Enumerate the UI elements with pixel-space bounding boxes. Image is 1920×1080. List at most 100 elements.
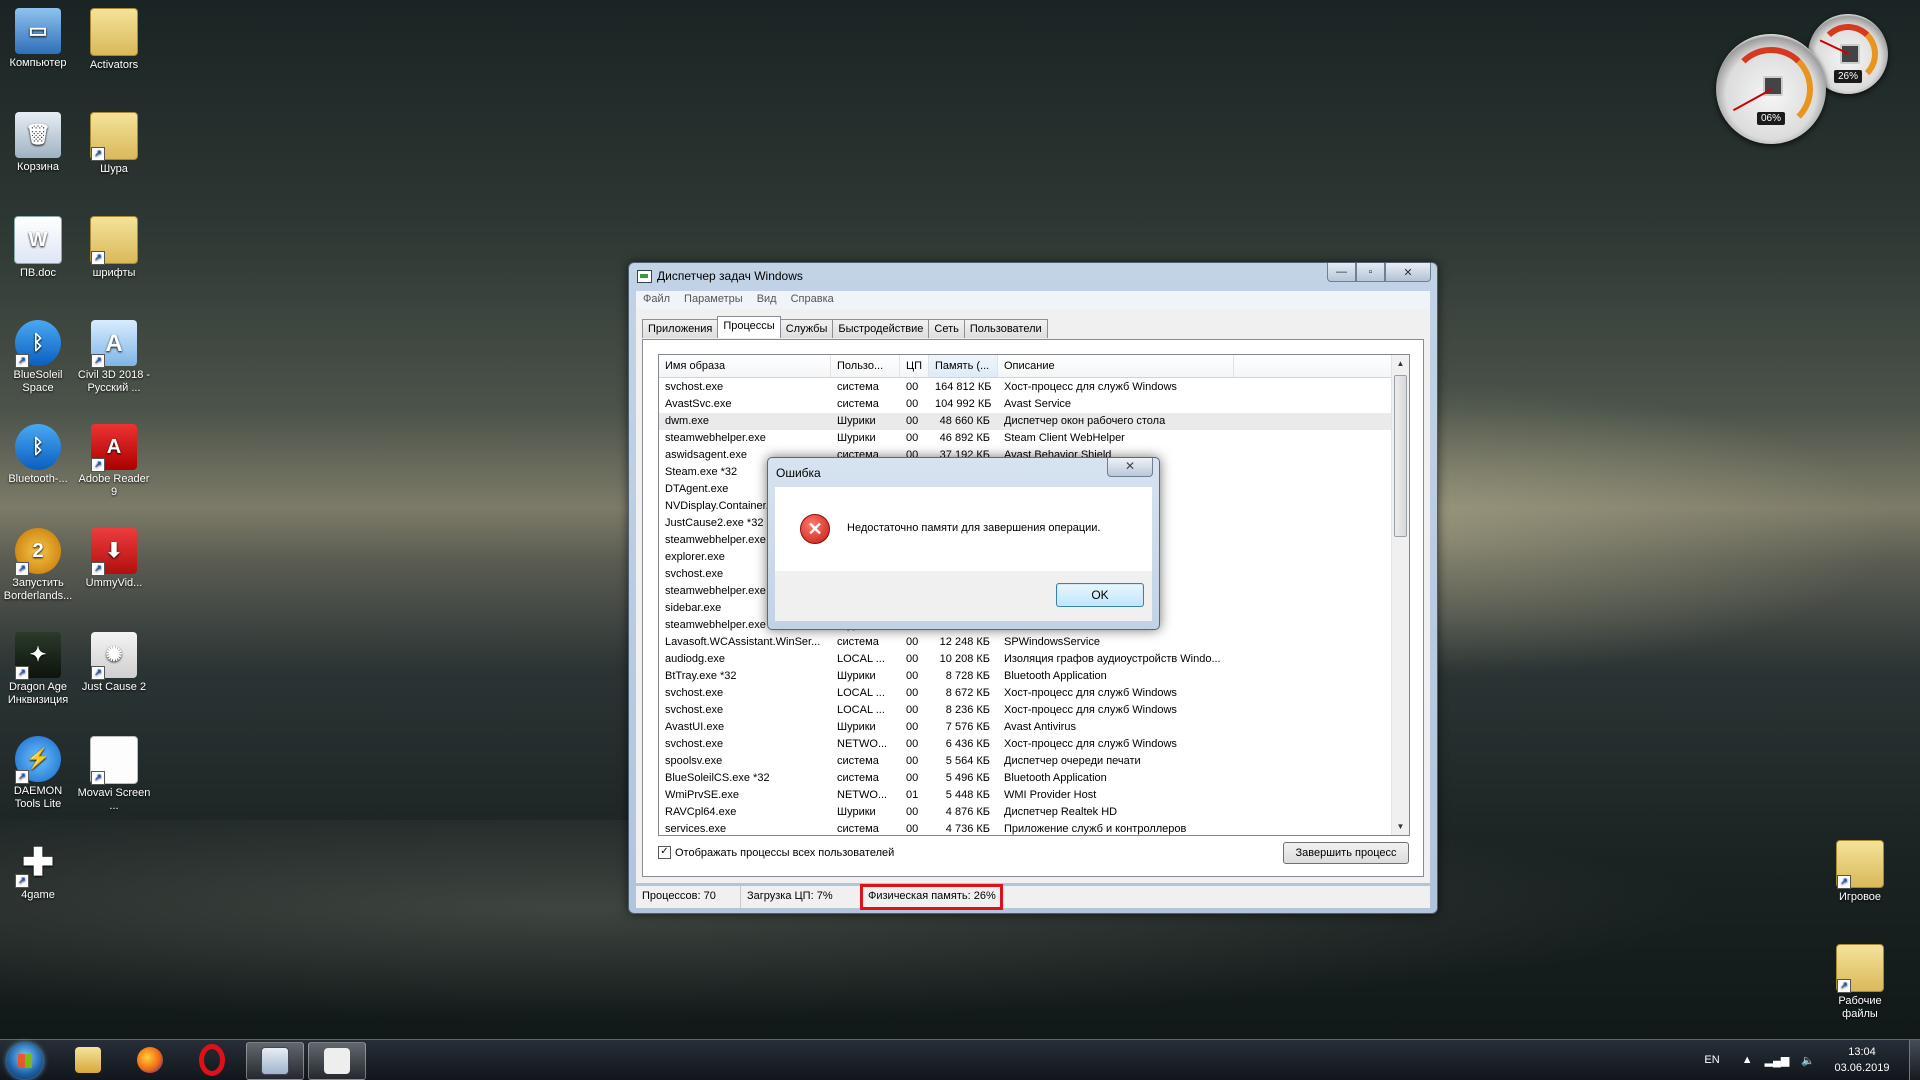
table-row[interactable]: AvastSvc.exe система 00 104 992 КБ Avast Ser…: [659, 396, 1392, 413]
row-image-name: AvastUI.exe: [665, 721, 725, 733]
bluetooth-icon: ᛒ: [15, 424, 61, 470]
taskbar-task-manager[interactable]: [246, 1042, 304, 1080]
row-image-name: svchost.exe: [665, 381, 724, 393]
desktop-icon-daemon-tools[interactable]: ⚡ ↗ DAEMON Tools Lite: [0, 736, 76, 811]
row-memory: 8 672 КБ: [945, 687, 990, 699]
column-image-name[interactable]: Имя образа: [659, 355, 831, 377]
process-list-scrollbar[interactable]: ▲ ▼: [1391, 355, 1409, 835]
language-indicator[interactable]: EN: [1704, 1054, 1719, 1066]
row-cpu: 00: [906, 432, 919, 444]
status-processes: Процессов: 70: [636, 886, 741, 908]
row-user: LOCAL ...: [837, 704, 885, 716]
ok-button[interactable]: OK: [1056, 583, 1144, 607]
menu-file[interactable]: Файл: [636, 291, 677, 309]
taskbar-explorer[interactable]: [60, 1042, 116, 1078]
show-all-label: Отображать процессы всех пользователей: [675, 846, 895, 859]
menu-view[interactable]: Вид: [750, 291, 784, 309]
close-button[interactable]: ✕: [1385, 263, 1431, 282]
cpu-meter-gadget[interactable]: 06%: [1716, 34, 1826, 144]
column-memory[interactable]: Память (...: [929, 355, 998, 377]
column-user[interactable]: Пользо...: [831, 355, 900, 377]
show-desktop-button[interactable]: [1909, 1040, 1920, 1080]
volume-icon[interactable]: 🔈: [1801, 1054, 1815, 1067]
row-image-name: svchost.exe: [665, 687, 724, 699]
column-description[interactable]: Описание: [998, 355, 1234, 377]
minimize-button[interactable]: —: [1327, 263, 1356, 282]
table-row[interactable]: svchost.exe NETWO... 00 6 436 КБ Хост-процес…: [659, 736, 1392, 753]
table-row[interactable]: steamwebhelper.exe Шурики 00 46 892 КБ Steam…: [659, 430, 1392, 447]
row-image-name: svchost.exe: [665, 738, 724, 750]
desktop-icon-bluetooth[interactable]: ᛒ Bluetooth-...: [0, 424, 76, 486]
table-row[interactable]: svchost.exe LOCAL ... 00 8 236 КБ Хост-проце…: [659, 702, 1392, 719]
desktop-icon-activators[interactable]: Activators: [76, 8, 152, 72]
title-bar[interactable]: Диспетчер задач Windows — ▫ ✕: [629, 263, 1437, 289]
error-dialog[interactable]: Ошибка ✕ ✕ Недостаточно памяти для завер…: [767, 457, 1160, 630]
bluetooth-icon: ᛒ ↗: [15, 320, 61, 368]
menu-options[interactable]: Параметры: [677, 291, 750, 309]
desktop-icon-computer[interactable]: ▭ Компьютер: [0, 8, 76, 70]
table-row[interactable]: spoolsv.exe система 00 5 564 КБ Диспетчер оч…: [659, 753, 1392, 770]
table-row[interactable]: BtTray.exe *32 Шурики 00 8 728 КБ Bluetooth …: [659, 668, 1392, 685]
taskbar-just-cause-2[interactable]: [308, 1042, 366, 1080]
opera-icon: [199, 1044, 225, 1076]
table-row[interactable]: BlueSoleilCS.exe *32 система 00 5 496 КБ Blu…: [659, 770, 1392, 787]
row-image-name: svchost.exe: [665, 704, 724, 716]
tab-users[interactable]: Пользователи: [963, 319, 1048, 338]
menu-help[interactable]: Справка: [784, 291, 841, 309]
table-row[interactable]: svchost.exe система 00 164 812 КБ Хост-проце…: [659, 379, 1392, 396]
row-cpu: 00: [906, 687, 919, 699]
desktop-icon-recycle-bin[interactable]: 🗑 Корзина: [0, 112, 76, 174]
desktop-icon-work-files[interactable]: ↗ Рабочие файлы: [1822, 944, 1898, 1021]
tab-services[interactable]: Службы: [779, 319, 834, 338]
table-row[interactable]: audiodg.exe LOCAL ... 00 10 208 КБ Изоляция …: [659, 651, 1392, 668]
scroll-thumb[interactable]: [1394, 375, 1407, 537]
taskbar-opera[interactable]: [184, 1042, 240, 1078]
tab-network[interactable]: Сеть: [928, 319, 965, 338]
desktop-icon-dragon-age[interactable]: ✦ ↗ Dragon Age Инквизиция: [0, 632, 76, 707]
network-icon[interactable]: ▂▄▆: [1765, 1054, 1790, 1067]
table-row[interactable]: dwm.exe Шурики 00 48 660 КБ Диспетчер окон р…: [659, 413, 1392, 430]
show-hidden-icons-icon[interactable]: ▲: [1742, 1054, 1753, 1066]
tab-performance[interactable]: Быстродействие: [832, 319, 930, 338]
desktop-icon-movavi[interactable]: ↗ Movavi Screen ...: [76, 736, 152, 813]
desktop-icon-bluesoleil[interactable]: ᛒ ↗ BlueSoleil Space: [0, 320, 76, 395]
show-all-processes-option[interactable]: ✓ Отображать процессы всех пользователей: [658, 846, 894, 859]
desktop-icon-ummy[interactable]: ⬇ ↗ UmmyVid...: [76, 528, 152, 590]
end-process-button[interactable]: Завершить процесс: [1283, 842, 1409, 864]
desktop-icon-fonts[interactable]: ↗ шрифты: [76, 216, 152, 280]
desktop-icon-borderlands[interactable]: 2 ↗ Запустить Borderlands...: [0, 528, 76, 603]
desktop-icon-shura[interactable]: ↗ Шура: [76, 112, 152, 176]
row-image-name: BtTray.exe *32: [665, 670, 737, 682]
desktop-icon-pv-doc[interactable]: W ПВ.doc: [0, 216, 76, 280]
column-cpu[interactable]: ЦП: [900, 355, 929, 377]
row-user: LOCAL ...: [837, 687, 885, 699]
row-image-name: services.exe: [665, 823, 727, 835]
table-row[interactable]: services.exe система 00 4 736 КБ Приложение …: [659, 821, 1392, 835]
show-all-checkbox[interactable]: ✓: [658, 846, 671, 859]
desktop-icon-adobe-reader[interactable]: A ↗ Adobe Reader 9: [76, 424, 152, 499]
folder-icon: [75, 1047, 101, 1073]
table-row[interactable]: svchost.exe LOCAL ... 00 8 672 КБ Хост-проце…: [659, 685, 1392, 702]
tab-applications[interactable]: Приложения: [642, 319, 719, 338]
tab-processes[interactable]: Процессы: [717, 316, 781, 338]
maximize-button[interactable]: ▫: [1356, 263, 1385, 282]
desktop-icon-4game[interactable]: ✚ ↗ 4game: [0, 840, 76, 902]
desktop-icon-civil3d[interactable]: A ↗ Civil 3D 2018 - Русский ...: [76, 320, 152, 395]
start-button[interactable]: [7, 1043, 43, 1079]
desktop-icon-just-cause-2[interactable]: ✺ ↗ Just Cause 2: [76, 632, 152, 694]
scroll-up-arrow-icon[interactable]: ▲: [1392, 355, 1409, 372]
recycle-bin-icon: 🗑: [15, 112, 61, 158]
dialog-close-button[interactable]: ✕: [1107, 458, 1153, 477]
clock[interactable]: 13:04 03.06.2019: [1827, 1044, 1897, 1076]
table-row[interactable]: WmiPrvSE.exe NETWO... 01 5 448 КБ WMI Provid…: [659, 787, 1392, 804]
table-row[interactable]: AvastUI.exe Шурики 00 7 576 КБ Avast Antivir…: [659, 719, 1392, 736]
table-row[interactable]: RAVCpl64.exe Шурики 00 4 876 КБ Диспетчер Re…: [659, 804, 1392, 821]
scroll-down-arrow-icon[interactable]: ▼: [1392, 818, 1409, 835]
row-cpu: 00: [906, 636, 919, 648]
taskbar-firefox[interactable]: [122, 1042, 178, 1078]
row-description: SPWindowsService: [1004, 636, 1100, 648]
desktop-icon-games-folder[interactable]: ↗ Игровое: [1822, 840, 1898, 904]
status-physical-memory: Физическая память: 26%: [860, 884, 1003, 910]
table-row[interactable]: Lavasoft.WCAssistant.WinSer... система 00 1…: [659, 634, 1392, 651]
row-user: система: [837, 755, 879, 767]
